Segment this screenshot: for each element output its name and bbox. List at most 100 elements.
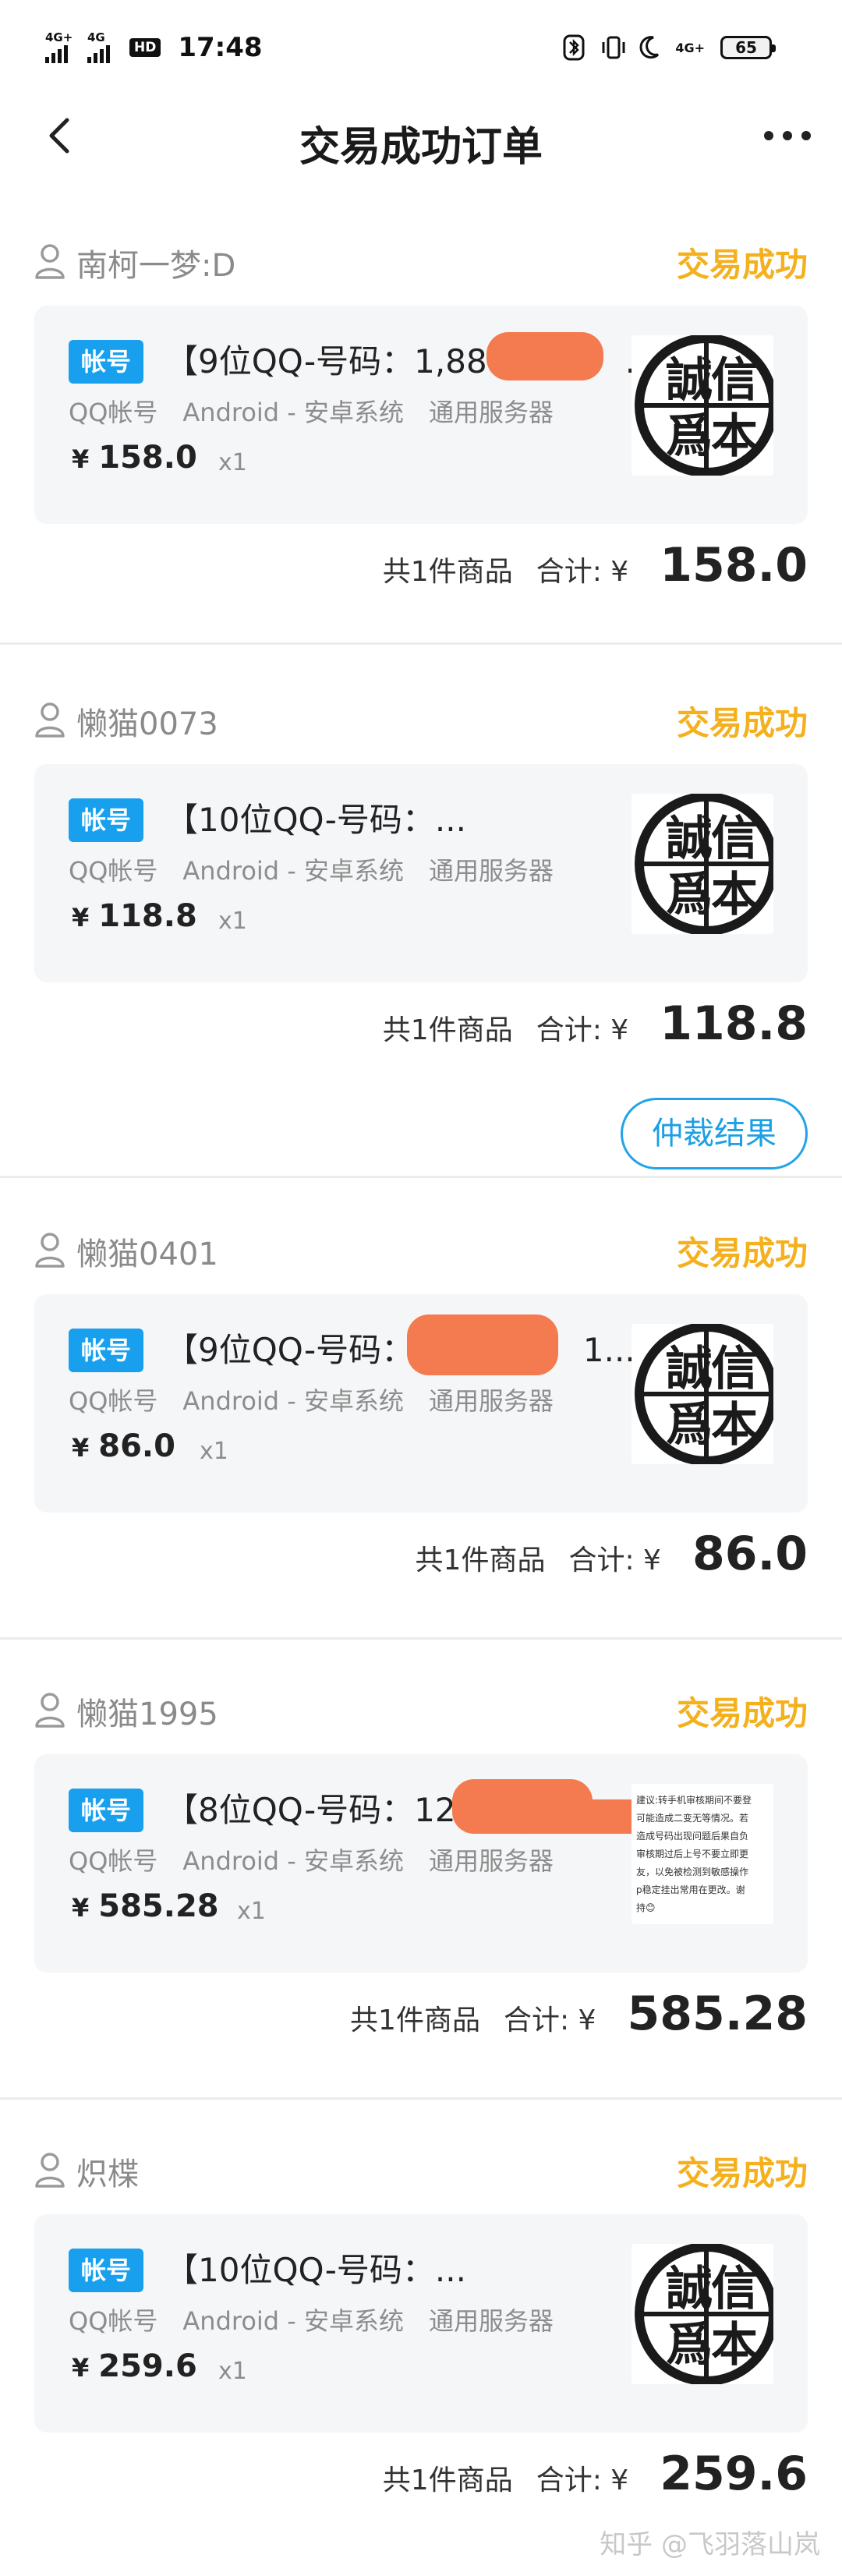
page-title: 交易成功订单 bbox=[299, 124, 543, 171]
currency-symbol: ¥ bbox=[72, 1893, 90, 1923]
product-card[interactable]: 帐号 【10位QQ-号码：... QQ帐号 Android - 安卓系统 通用服… bbox=[34, 2214, 808, 2433]
network-type-3: 4G+ bbox=[675, 40, 705, 55]
svg-text:信: 信 bbox=[711, 1342, 758, 1396]
user-icon bbox=[34, 2152, 65, 2188]
svg-text:爲: 爲 bbox=[666, 2318, 713, 2373]
svg-text:誠: 誠 bbox=[666, 1342, 713, 1396]
item-quantity: x1 bbox=[218, 908, 247, 935]
product-thumbnail: 建议:转手机审核期间不要登 可能造成二变无等情况。若 造成号码出现问题后果自负 … bbox=[632, 1784, 773, 1924]
svg-text:誠: 誠 bbox=[666, 812, 713, 866]
account-badge: 帐号 bbox=[69, 798, 143, 842]
item-count: 共1件商品 bbox=[350, 2005, 480, 2036]
item-tags: QQ帐号 Android - 安卓系统 通用服务器 bbox=[69, 393, 554, 429]
more-icon[interactable] bbox=[764, 117, 811, 154]
note-line: 可能造成二变无等情况。若 bbox=[636, 1813, 749, 1824]
shop-row: 炽楪 交易成功 bbox=[34, 2143, 808, 2197]
shop-row: 懒猫0073 交易成功 bbox=[34, 692, 808, 747]
tag-server: 通用服务器 bbox=[429, 1386, 554, 1416]
svg-text:信: 信 bbox=[711, 812, 758, 866]
currency-symbol: ¥ bbox=[578, 2005, 596, 2036]
redaction-mark bbox=[407, 1315, 558, 1375]
svg-text:爲: 爲 bbox=[666, 868, 713, 922]
currency-symbol: ¥ bbox=[72, 2353, 90, 2383]
shop-name[interactable]: 炽楪 bbox=[76, 2149, 139, 2194]
signal-icon: 4G+ bbox=[45, 32, 78, 63]
product-card[interactable]: 帐号 【9位QQ-号码：1,888… QQ帐号 Android - 安卓系统 通… bbox=[34, 306, 808, 524]
total-label: 合计: ¥ bbox=[568, 1537, 669, 1578]
total-label: 合计: ¥ bbox=[536, 2457, 637, 2498]
shop-name[interactable]: 懒猫1995 bbox=[76, 1689, 218, 1734]
order-status: 交易成功 bbox=[676, 2154, 808, 2192]
app-header: 交易成功订单 bbox=[0, 94, 842, 179]
order-total: 259.6 bbox=[660, 2447, 808, 2501]
item-tags: QQ帐号 Android - 安卓系统 通用服务器 bbox=[69, 2302, 554, 2337]
svg-text:爲: 爲 bbox=[666, 1398, 713, 1453]
seal-image: 誠 信 爲 本 bbox=[635, 1324, 773, 1464]
order-status: 交易成功 bbox=[676, 246, 808, 284]
price-value: 585.28 bbox=[98, 1888, 219, 1924]
order-status: 交易成功 bbox=[676, 1694, 808, 1732]
shop-name[interactable]: 懒猫0073 bbox=[76, 699, 218, 744]
order-total: 158.0 bbox=[660, 538, 808, 593]
item-count: 共1件商品 bbox=[415, 1545, 546, 1576]
item-quantity: x1 bbox=[200, 1438, 228, 1465]
tag-game: QQ帐号 bbox=[69, 1386, 158, 1416]
tag-system: Android - 安卓系统 bbox=[182, 856, 405, 886]
network-type-1: 4G+ bbox=[45, 30, 73, 44]
product-thumbnail: 誠 信 爲 本 bbox=[632, 2244, 773, 2384]
product-card[interactable]: 帐号 【10位QQ-号码：... QQ帐号 Android - 安卓系统 通用服… bbox=[34, 764, 808, 982]
item-tags: QQ帐号 Android - 安卓系统 通用服务器 bbox=[69, 1842, 554, 1877]
user-icon bbox=[34, 1692, 65, 1728]
tag-server: 通用服务器 bbox=[429, 1846, 554, 1876]
currency-symbol: ¥ bbox=[610, 2465, 629, 2496]
order-summary: 共1件商品 合计: ¥ 585.28 bbox=[350, 1987, 808, 2041]
user-icon bbox=[34, 702, 65, 738]
battery-level: 65 bbox=[735, 38, 757, 57]
tag-game: QQ帐号 bbox=[69, 398, 158, 427]
shop-name[interactable]: 南柯一梦:D bbox=[76, 240, 235, 285]
item-tags: QQ帐号 Android - 安卓系统 通用服务器 bbox=[69, 1382, 554, 1417]
svg-text:本: 本 bbox=[711, 868, 758, 922]
product-thumbnail: 誠 信 爲 本 bbox=[632, 794, 773, 934]
total-label-text: 合计: bbox=[536, 2465, 602, 2496]
svg-text:誠: 誠 bbox=[666, 2262, 713, 2316]
item-price: ¥158.0 bbox=[72, 440, 197, 476]
item-quantity: x1 bbox=[218, 2358, 247, 2385]
status-bar: 4G+ 4G HD 17:48 4G+ 65 bbox=[0, 0, 842, 94]
product-card[interactable]: 帐号 【9位QQ-号码：1 1... QQ帐号 Android - 安卓系统 通用… bbox=[34, 1294, 808, 1513]
price-value: 259.6 bbox=[98, 2348, 197, 2384]
svg-text:信: 信 bbox=[711, 2262, 758, 2316]
item-quantity: x1 bbox=[218, 449, 247, 476]
bluetooth-icon bbox=[563, 33, 585, 62]
account-badge: 帐号 bbox=[69, 340, 143, 384]
user-icon bbox=[34, 1232, 65, 1268]
tag-server: 通用服务器 bbox=[429, 2306, 554, 2336]
shop-name[interactable]: 懒猫0401 bbox=[76, 1229, 218, 1274]
item-title: 【10位QQ-号码：... bbox=[165, 2251, 466, 2289]
tag-server: 通用服务器 bbox=[429, 856, 554, 886]
shop-row: 懒猫1995 交易成功 bbox=[34, 1683, 808, 1737]
watermark: 知乎 @飞羽落山岚 bbox=[600, 2529, 820, 2560]
order-total: 585.28 bbox=[627, 1987, 808, 2041]
item-tags: QQ帐号 Android - 安卓系统 通用服务器 bbox=[69, 851, 554, 887]
arbitration-result-button[interactable]: 仲裁结果 bbox=[621, 1098, 808, 1169]
currency-symbol: ¥ bbox=[72, 903, 90, 932]
note-line: 建议:转手机审核期间不要登 bbox=[636, 1795, 752, 1806]
svg-text:本: 本 bbox=[711, 1398, 758, 1453]
currency-symbol: ¥ bbox=[72, 444, 90, 474]
product-card[interactable]: 帐号 【8位QQ-号码：122 QQ帐号 Android - 安卓系统 通用服务… bbox=[34, 1754, 808, 1973]
total-label-text: 合计: bbox=[503, 2005, 570, 2036]
order-summary: 共1件商品 合计: ¥ 86.0 bbox=[416, 1527, 808, 1581]
redaction-mark bbox=[486, 332, 603, 380]
order-total: 86.0 bbox=[692, 1527, 808, 1581]
note-line: 造成号码出现问题后果自负 bbox=[636, 1831, 749, 1842]
item-title-text: 【9位QQ-号码：1 bbox=[165, 1331, 435, 1369]
hd-badge: HD bbox=[129, 38, 161, 57]
tag-system: Android - 安卓系统 bbox=[182, 2306, 405, 2336]
item-title-text: 【9位QQ-号码：1,888 bbox=[165, 342, 508, 380]
status-left: 4G+ 4G HD 17:48 bbox=[45, 28, 263, 67]
tag-system: Android - 安卓系统 bbox=[182, 1846, 405, 1876]
item-price: ¥259.6 bbox=[72, 2348, 197, 2384]
total-label-text: 合计: bbox=[536, 556, 602, 588]
product-thumbnail: 誠 信 爲 本 bbox=[632, 1324, 773, 1464]
